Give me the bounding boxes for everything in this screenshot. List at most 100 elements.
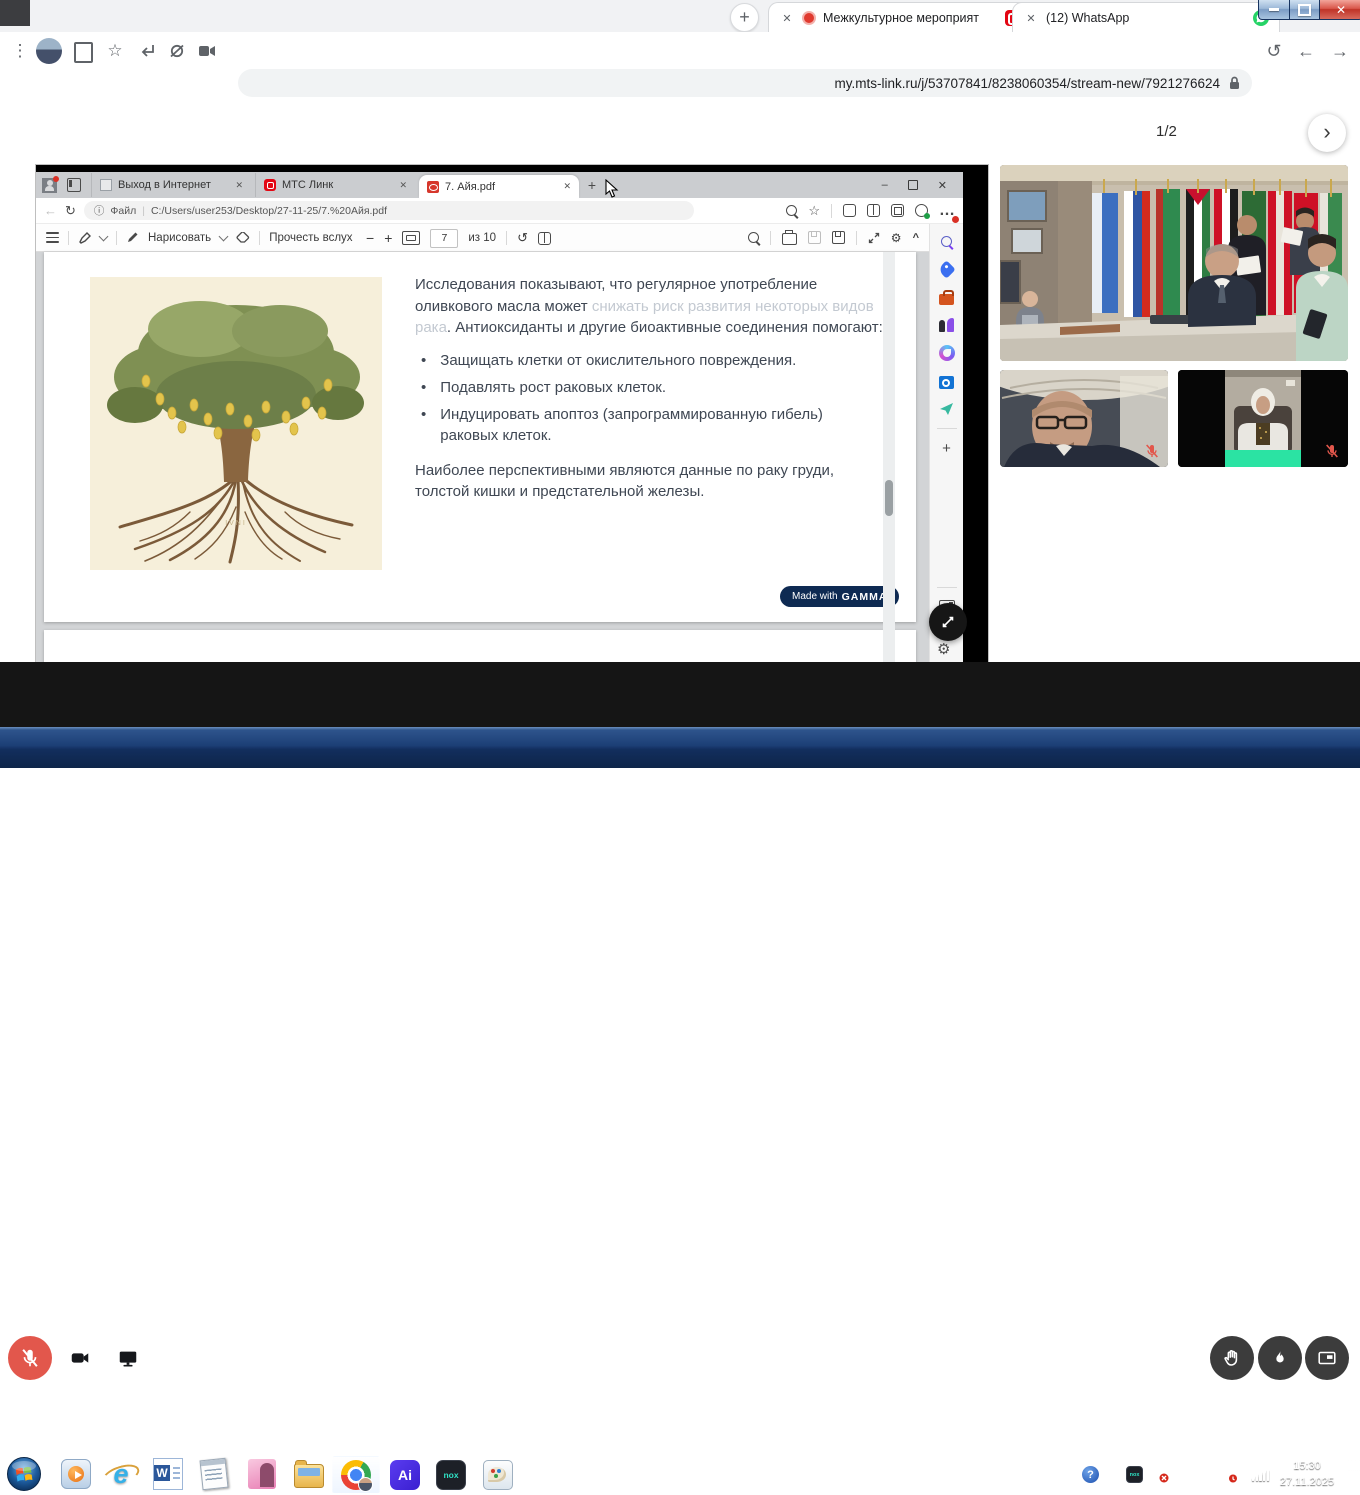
fullscreen-icon[interactable] [868, 232, 880, 244]
sidebar-tools-icon[interactable] [938, 288, 956, 306]
chevron-down-icon[interactable] [99, 231, 109, 241]
minimize-button[interactable]: – [882, 179, 888, 191]
extensions-icon[interactable] [843, 204, 856, 217]
page-number-input[interactable]: 7 [430, 229, 458, 248]
sidebar-shopping-icon[interactable] [938, 260, 956, 278]
back-icon[interactable]: ← [44, 203, 57, 218]
taskbar-illustrator-button[interactable]: Ai [384, 1456, 426, 1494]
video-tile-speaker-1[interactable] [1000, 370, 1168, 467]
start-button[interactable] [6, 1456, 42, 1492]
browser-essentials-icon[interactable] [915, 204, 928, 217]
print-icon[interactable] [782, 233, 797, 245]
edge-tab-pdf[interactable]: 7. Айя.pdf ✕ [419, 175, 579, 198]
taskbar-wmp-icon[interactable] [60, 1458, 92, 1490]
screen-record-icon[interactable] [198, 45, 216, 57]
save-icon[interactable] [808, 231, 821, 244]
side-panel-icon[interactable] [74, 42, 93, 63]
lock-icon[interactable] [1229, 76, 1240, 90]
taskbar-clock[interactable]: 15:30 27.11.2025 [1276, 1458, 1338, 1490]
new-tab-button[interactable]: + [730, 3, 759, 32]
volume-icon[interactable] [1178, 1466, 1195, 1483]
bluetooth-icon[interactable] [1204, 1466, 1221, 1483]
taskbar-ie-icon[interactable]: e [105, 1458, 137, 1490]
sidebar-add-icon[interactable]: + [938, 439, 956, 457]
scrollbar-thumb[interactable] [885, 480, 893, 516]
taskbar-word-icon[interactable]: W [152, 1458, 184, 1490]
screen-share-button[interactable] [106, 1336, 150, 1380]
action-center-flag-icon[interactable] [1152, 1466, 1169, 1483]
made-with-gamma-badge[interactable]: Made with GAMMA [780, 586, 899, 607]
video-tile-speaker-2[interactable] [1178, 370, 1348, 467]
rotate-icon[interactable]: ↺ [517, 230, 528, 246]
edge-tab-mts-link[interactable]: МТС Линк ✕ [255, 173, 415, 197]
address-bar[interactable]: my.mts-link.ru/j/53707841/8238060354/str… [238, 69, 1252, 97]
show-hidden-icons[interactable] [1108, 1469, 1118, 1475]
drop-icon[interactable] [938, 400, 956, 418]
pdf-viewport[interactable]: IVNI Исследования показывают, что регуля… [36, 252, 929, 662]
screen-share-view[interactable]: Выход в Интернет ✕ МТС Линк ✕ 7. Айя.pdf… [36, 165, 988, 662]
close-icon[interactable]: ✕ [563, 181, 571, 192]
favorite-star-icon[interactable]: ☆ [808, 203, 820, 219]
close-icon[interactable]: ✕ [779, 10, 795, 26]
close-icon[interactable]: ✕ [1023, 10, 1039, 26]
collapse-toolbar-icon[interactable]: ^ [913, 232, 919, 244]
save-as-icon[interactable] [832, 231, 845, 244]
back-icon[interactable]: ← [1294, 39, 1318, 63]
toc-icon[interactable] [46, 232, 59, 243]
share-settings-gear-icon[interactable]: ⚙ [937, 640, 950, 658]
close-icon[interactable]: ✕ [399, 180, 407, 191]
next-slide-button[interactable]: › [1308, 114, 1346, 152]
zoom-out-icon[interactable]: − [366, 230, 374, 246]
show-desktop-button[interactable] [1348, 1454, 1360, 1495]
copilot-icon[interactable] [938, 344, 956, 362]
edge-tab-internet[interactable]: Выход в Интернет ✕ [91, 173, 251, 197]
sidebar-games-icon[interactable] [938, 316, 956, 334]
search-icon[interactable] [748, 232, 759, 243]
zoom-icon[interactable] [786, 205, 797, 216]
power-plug-icon[interactable] [1228, 1466, 1245, 1483]
draw-pen-icon[interactable] [126, 231, 139, 244]
picture-in-picture-button[interactable] [1305, 1336, 1349, 1380]
page-view-icon[interactable] [538, 232, 551, 245]
network-signal-icon[interactable] [1252, 1469, 1269, 1481]
help-tray-icon[interactable]: ? [1082, 1466, 1099, 1483]
taskbar-notepad-icon[interactable] [198, 1458, 230, 1490]
reload-icon[interactable]: ↺ [1262, 39, 1286, 63]
outlook-icon[interactable] [938, 372, 956, 390]
draw-label[interactable]: Нарисовать [148, 232, 211, 244]
collections-icon[interactable] [891, 204, 904, 217]
fit-page-icon[interactable] [402, 231, 420, 245]
sidebar-search-icon[interactable] [938, 232, 956, 250]
edge-new-tab-button[interactable]: + [583, 176, 601, 194]
pdf-scrollbar[interactable] [883, 252, 895, 666]
restore-button[interactable] [908, 180, 918, 190]
taskbar-explorer-icon[interactable] [293, 1458, 325, 1490]
forward-icon[interactable]: → [1328, 39, 1352, 63]
camera-button[interactable] [58, 1336, 102, 1380]
bookmark-star-icon[interactable]: ☆ [103, 39, 127, 63]
eraser-icon[interactable] [236, 232, 250, 244]
browser-tab-meeting[interactable]: ✕ Межкультурное мероприят [768, 2, 1032, 33]
taskbar-paint-button[interactable] [476, 1456, 520, 1494]
minimize-button[interactable] [1258, 0, 1290, 20]
video-tile-main[interactable] [1000, 165, 1348, 361]
edge-profile-icon[interactable] [42, 178, 57, 193]
close-button[interactable]: ✕ [1319, 0, 1360, 20]
language-indicator[interactable]: EN [1057, 1468, 1074, 1482]
profile-avatar[interactable] [36, 38, 62, 64]
read-aloud-label[interactable]: Прочесть вслух [269, 232, 352, 244]
tab-actions-icon[interactable] [67, 178, 81, 192]
taskbar-pink-app-icon[interactable] [246, 1458, 278, 1490]
raise-hand-button[interactable] [1210, 1336, 1254, 1380]
chevron-down-icon[interactable] [219, 231, 229, 241]
microphone-muted-button[interactable] [8, 1336, 52, 1380]
split-screen-icon[interactable] [867, 204, 880, 217]
taskbar-chrome-button[interactable] [332, 1456, 380, 1494]
reload-icon[interactable]: ↻ [65, 203, 76, 219]
zoom-in-icon[interactable]: + [384, 230, 392, 246]
highlighter-icon[interactable] [78, 231, 91, 244]
close-icon[interactable]: ✕ [235, 180, 243, 191]
gear-icon[interactable]: ⚙ [891, 231, 902, 245]
taskbar-nox-button[interactable]: nox [430, 1456, 472, 1494]
edge-address-bar[interactable]: ⓘ Файл | C:/Users/user253/Desktop/27-11-… [84, 201, 694, 220]
